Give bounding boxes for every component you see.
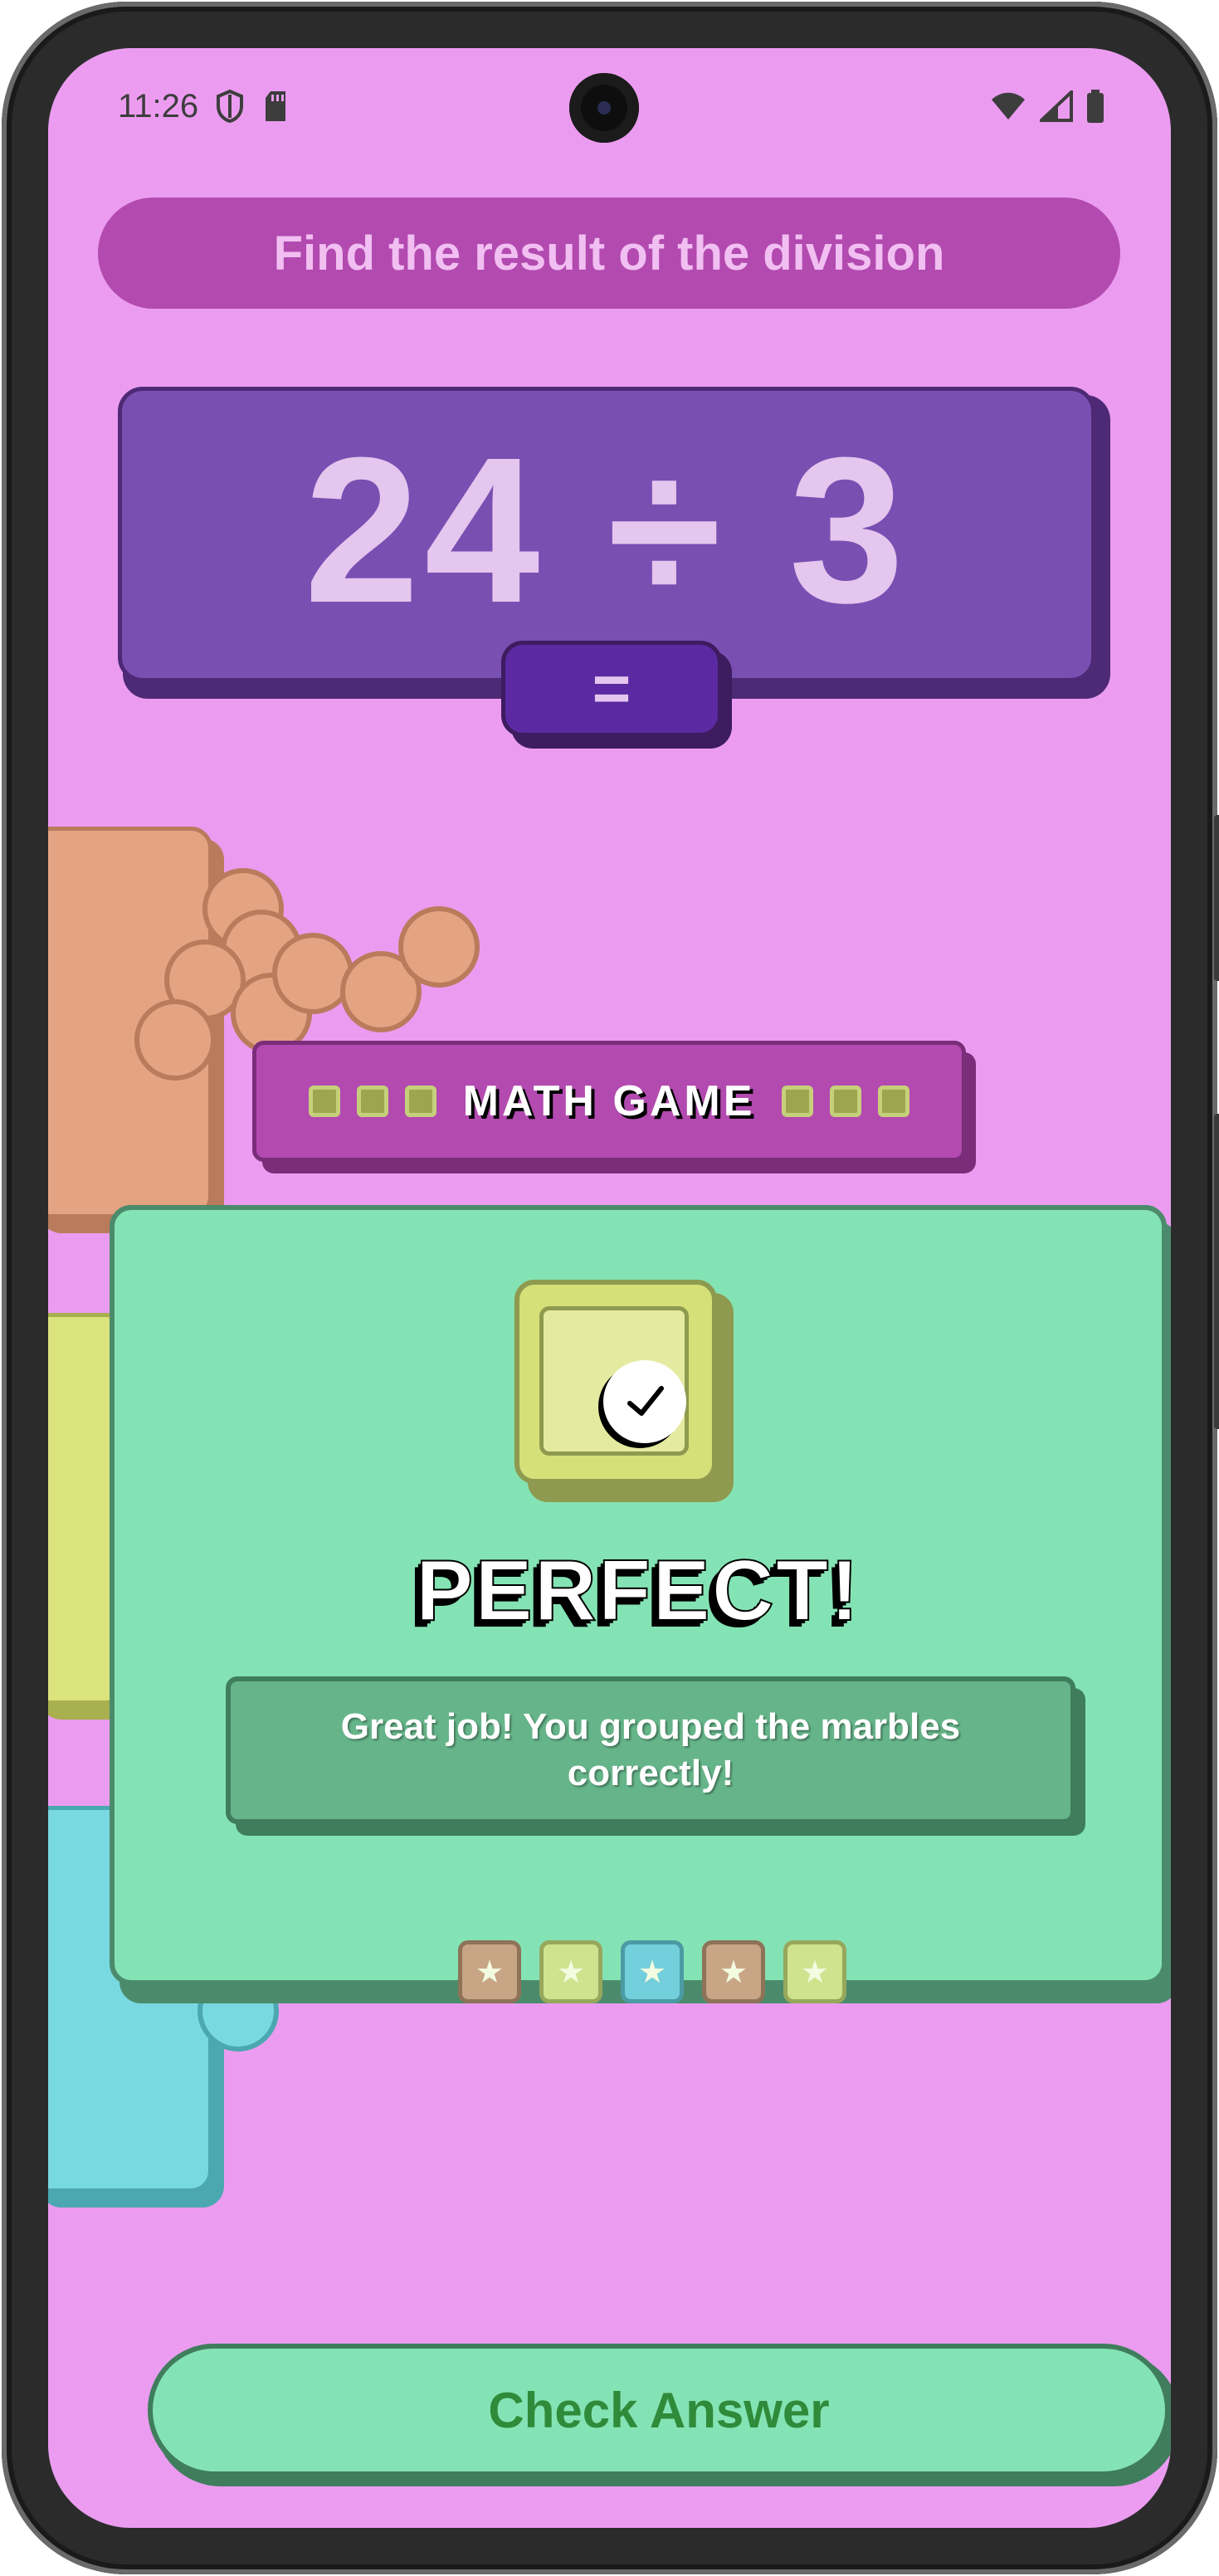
game-label: MATH GAME: [252, 1041, 966, 1162]
star-icon: ★: [783, 1940, 846, 2003]
equation-text: 24 ÷ 3: [304, 414, 909, 646]
star-icon: ★: [621, 1940, 684, 2003]
decor-square: [878, 1086, 910, 1117]
result-message: Great job! You grouped the marbles corre…: [226, 1676, 1075, 1824]
star-icon: ★: [702, 1940, 765, 2003]
marble[interactable]: [134, 999, 216, 1081]
sd-card-icon: [266, 91, 285, 121]
status-right-icons: [990, 90, 1104, 123]
star-icon: ★: [539, 1940, 602, 2003]
shield-icon: [217, 90, 243, 123]
screen: 11:26 Find the result of the division 24…: [48, 48, 1171, 2528]
power-button: [1214, 1114, 1219, 1429]
game-title: MATH GAME: [462, 1077, 756, 1125]
check-answer-button[interactable]: Check Answer: [148, 2344, 1170, 2476]
star-row: ★ ★ ★ ★ ★: [458, 1940, 846, 2003]
cell-signal-icon: [1040, 90, 1073, 122]
decor-square: [782, 1086, 814, 1117]
front-camera: [569, 73, 639, 143]
decor-square: [308, 1086, 340, 1117]
check-icon: [603, 1360, 686, 1443]
battery-icon: [1087, 90, 1104, 123]
star-icon: ★: [458, 1940, 521, 2003]
status-left-icons: [216, 90, 289, 123]
marble[interactable]: [398, 906, 480, 988]
decor-square: [830, 1086, 862, 1117]
success-badge: [514, 1280, 717, 1484]
decor-square: [356, 1086, 388, 1117]
equals-sign: =: [501, 641, 722, 737]
instruction-banner: Find the result of the division: [98, 198, 1120, 309]
decor-square: [404, 1086, 436, 1117]
badge-inner: [539, 1306, 689, 1456]
status-time: 11:26: [118, 88, 199, 124]
result-heading: PERFECT!: [415, 1542, 861, 1640]
equation-box: 24 ÷ 3: [118, 387, 1095, 682]
volume-button: [1214, 815, 1219, 981]
wifi-icon: [992, 92, 1025, 120]
